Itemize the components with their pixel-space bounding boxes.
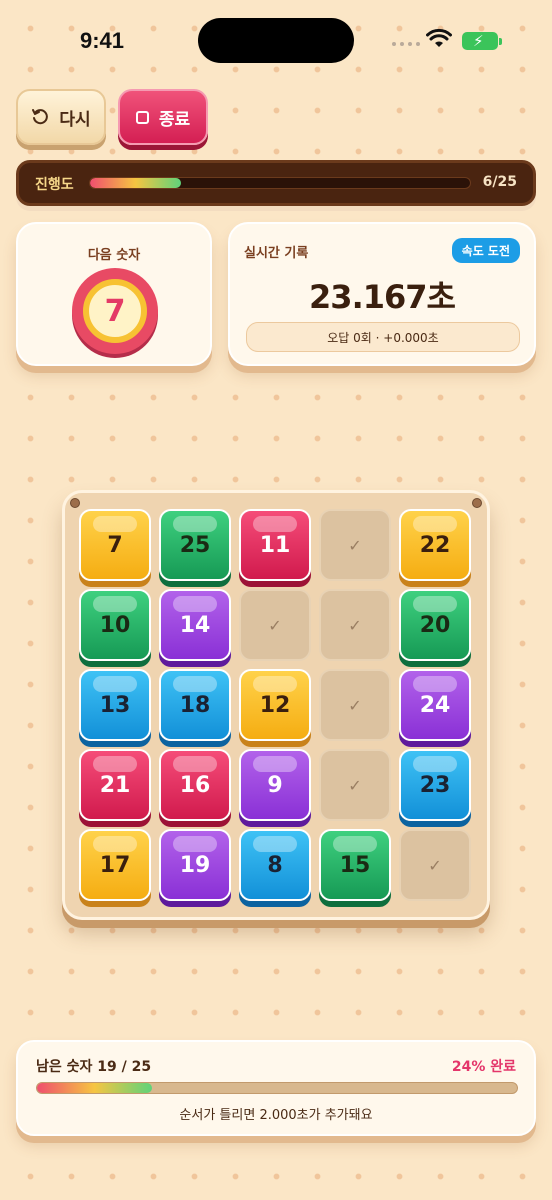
restart-label: 다시 [59, 109, 91, 130]
rivet-icon [472, 498, 482, 508]
number-tile[interactable]: 10 [79, 589, 151, 661]
status-bar: 9:41 ⚡ [0, 0, 552, 80]
restart-icon [32, 109, 49, 125]
check-icon: ✓ [348, 775, 362, 795]
remaining-count: 남은 숫자 19 / 25 [36, 1059, 152, 1075]
check-icon: ✓ [268, 615, 282, 635]
next-number-card: 다음 숫자 7 [16, 222, 212, 366]
progress-label: 진행도 [35, 177, 74, 193]
tile-number: 14 [179, 612, 211, 638]
number-tile[interactable]: 12 [239, 669, 311, 741]
number-tile[interactable]: 21 [79, 749, 151, 821]
mistake-summary: 오답 0회 · +0.000초 [246, 322, 520, 352]
number-tile[interactable]: 9 [239, 749, 311, 821]
speed-challenge-badge: 속도 도전 [451, 238, 520, 263]
number-tile[interactable]: 17 [79, 829, 151, 901]
check-icon: ✓ [428, 855, 442, 875]
tile-number: 12 [259, 692, 291, 718]
tile-number: 23 [419, 772, 451, 798]
tile-number: 15 [339, 852, 371, 878]
bottom-status-panel: 남은 숫자 19 / 25 24% 완료 순서가 틀리면 2.000초가 추가돼… [16, 1040, 536, 1136]
next-number-value: 7 [83, 279, 147, 343]
cleared-tile: ✓ [319, 749, 391, 821]
number-tile[interactable]: 18 [159, 669, 231, 741]
status-time: 9:41 [80, 28, 125, 53]
tile-number: 7 [107, 532, 123, 558]
next-number-badge: 7 [72, 268, 158, 354]
progress-panel: 진행도 6/25 [16, 160, 536, 206]
tile-number: 8 [267, 852, 283, 878]
tile-number: 25 [179, 532, 211, 558]
tile-number: 24 [419, 692, 451, 718]
bottom-progress-fill [37, 1083, 153, 1093]
record-time: 23.167초 [309, 278, 456, 316]
number-tile[interactable]: 14 [159, 589, 231, 661]
cleared-tile: ✓ [239, 589, 311, 661]
number-tile[interactable]: 24 [399, 669, 471, 741]
progress-track [89, 177, 471, 189]
record-label: 실시간 기록 [244, 246, 309, 261]
number-tile[interactable]: 22 [399, 509, 471, 581]
rivet-icon [70, 498, 80, 508]
tile-grid: 7 25 11 ✓ 22 10 14 ✓ ✓ 20 13 18 12 ✓ 24 21 16 9 ✓ 23 17 19 8 15… [79, 509, 471, 901]
completion-percent: 24% 완료 [451, 1059, 516, 1075]
signal-icon [392, 42, 420, 46]
number-tile[interactable]: 13 [79, 669, 151, 741]
cleared-tile: ✓ [399, 829, 471, 901]
number-tile[interactable]: 7 [79, 509, 151, 581]
tile-number: 16 [179, 772, 211, 798]
number-tile[interactable]: 25 [159, 509, 231, 581]
stop-icon [135, 110, 149, 124]
penalty-note: 순서가 틀리면 2.000초가 추가돼요 [179, 1108, 373, 1123]
tile-number: 9 [267, 772, 283, 798]
cleared-tile: ✓ [319, 589, 391, 661]
tile-number: 21 [99, 772, 131, 798]
bottom-progress-track [36, 1082, 518, 1094]
tile-number: 18 [179, 692, 211, 718]
restart-button[interactable]: 다시 [16, 89, 106, 145]
number-tile[interactable]: 8 [239, 829, 311, 901]
tile-number: 17 [99, 852, 131, 878]
game-board: 7 25 11 ✓ 22 10 14 ✓ ✓ 20 13 18 12 ✓ 24 21 16 9 ✓ 23 17 19 8 15… [62, 490, 490, 920]
wifi-icon [426, 28, 452, 47]
tile-number: 11 [259, 532, 291, 558]
number-tile[interactable]: 15 [319, 829, 391, 901]
check-icon: ✓ [348, 615, 362, 635]
record-card: 실시간 기록 속도 도전 23.167초 오답 0회 · +0.000초 [228, 222, 536, 366]
tile-number: 13 [99, 692, 131, 718]
number-tile[interactable]: 20 [399, 589, 471, 661]
battery-icon: ⚡ [462, 32, 502, 50]
cleared-tile: ✓ [319, 669, 391, 741]
cleared-tile: ✓ [319, 509, 391, 581]
number-tile[interactable]: 11 [239, 509, 311, 581]
quit-label: 종료 [158, 109, 191, 130]
tile-number: 22 [419, 532, 451, 558]
number-tile[interactable]: 23 [399, 749, 471, 821]
quit-button[interactable]: 종료 [118, 89, 208, 145]
number-tile[interactable]: 19 [159, 829, 231, 901]
tile-number: 19 [179, 852, 211, 878]
number-tile[interactable]: 16 [159, 749, 231, 821]
tile-number: 20 [419, 612, 451, 638]
progress-fill [90, 178, 182, 188]
check-icon: ✓ [348, 535, 362, 555]
tile-number: 10 [99, 612, 131, 638]
next-number-label: 다음 숫자 [87, 248, 141, 263]
check-icon: ✓ [348, 695, 362, 715]
dynamic-island [198, 18, 354, 63]
progress-count: 6/25 [482, 174, 517, 190]
